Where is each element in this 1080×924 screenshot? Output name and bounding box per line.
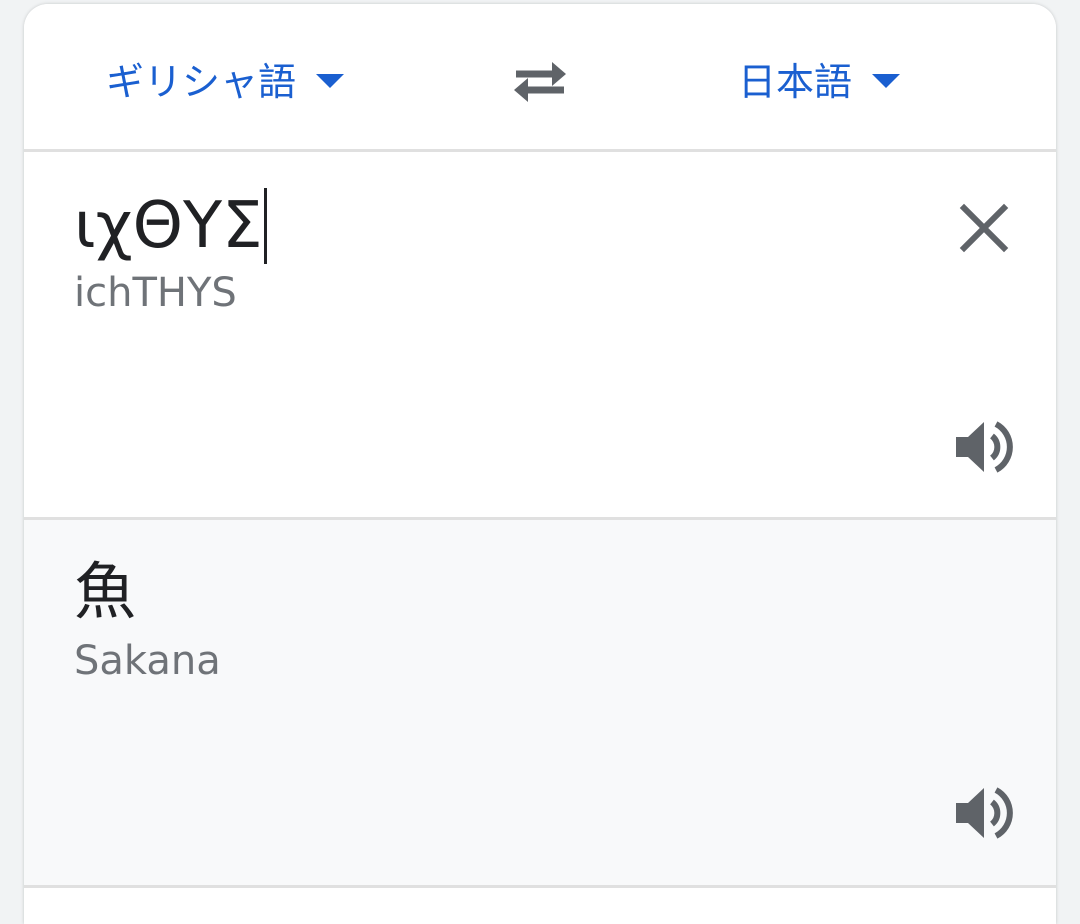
dropdown-caret-icon (872, 74, 901, 88)
target-language-button[interactable]: 日本語 (738, 48, 901, 108)
clear-input-button[interactable] (956, 200, 1012, 256)
target-language-label: 日本語 (738, 59, 853, 104)
source-language-label: ギリシャ語 (106, 59, 297, 104)
listen-translation-button[interactable] (952, 782, 1018, 844)
text-cursor (263, 188, 267, 264)
volume-icon (956, 421, 1013, 473)
target-transliteration: Sakana (74, 638, 221, 684)
language-bar: ギリシャ語 日本語 (24, 4, 1056, 152)
source-text-input[interactable]: ιχΘΥΣ (74, 182, 267, 270)
close-icon (959, 203, 1009, 253)
listen-source-button[interactable] (952, 416, 1018, 478)
swap-languages-button[interactable] (508, 54, 572, 108)
source-language-button[interactable]: ギリシャ語 (106, 48, 345, 108)
volume-icon (956, 787, 1013, 839)
source-text: ιχΘΥΣ (74, 189, 263, 263)
translation-output-area: 魚 Sakana (24, 520, 1056, 885)
bottom-divider (24, 885, 1056, 888)
swap-horiz-icon (514, 62, 566, 102)
translate-card: ギリシャ語 日本語 ιχΘΥΣ ichTHYS 魚 Sakana (24, 4, 1056, 924)
translated-text: 魚 (74, 555, 137, 628)
dropdown-caret-icon (316, 74, 345, 88)
source-input-area[interactable]: ιχΘΥΣ ichTHYS (24, 152, 1056, 517)
source-transliteration: ichTHYS (74, 270, 237, 316)
